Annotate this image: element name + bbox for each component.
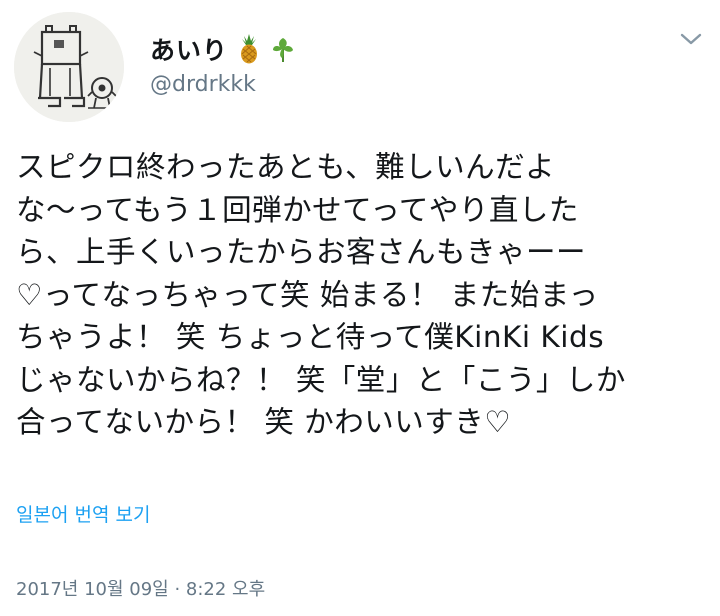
tweet-text-line: じゃないからね？！ 笑「堂」と「こう」しか — [16, 362, 626, 397]
name-row: あいり — [150, 32, 296, 66]
avatar-drawing-icon — [14, 12, 124, 122]
display-name[interactable]: あいり — [150, 31, 228, 67]
timestamp[interactable]: 2017년 10월 09일 · 8:22 오후 — [16, 575, 265, 601]
chevron-down-icon[interactable] — [678, 30, 704, 48]
herb-icon — [270, 34, 296, 64]
tweet-text-line: な〜ってもう１回弾かせてってやり直した — [16, 192, 579, 227]
avatar[interactable] — [14, 12, 124, 122]
tweet-text-line: スピクロ終わったあとも、難しいんだよ — [16, 150, 556, 184]
tweet-card: あいり @drdrkkk スピクロ終わったあとも、難しいんだよ な〜ってもう１回… — [0, 0, 720, 616]
tweet-text-line: 合ってないから！ 笑 かわいいすき♡ — [16, 405, 512, 439]
user-handle[interactable]: @drdrkkk — [150, 72, 256, 97]
tweet-text: スピクロ終わったあとも、難しいんだよ な〜ってもう１回弾かせてってやり直した ら… — [16, 146, 706, 444]
tweet-text-line: ちゃうよ！ 笑 ちょっと待って僕KinKi Kids — [16, 320, 605, 354]
pineapple-icon — [236, 34, 262, 64]
translate-link[interactable]: 일본어 번역 보기 — [16, 500, 150, 527]
tweet-text-line: ら、上手くいったからお客さんもきゃーー — [16, 235, 587, 269]
tweet-text-line: ♡ってなっちゃって笑 始まる！ また始まっ — [16, 277, 599, 312]
